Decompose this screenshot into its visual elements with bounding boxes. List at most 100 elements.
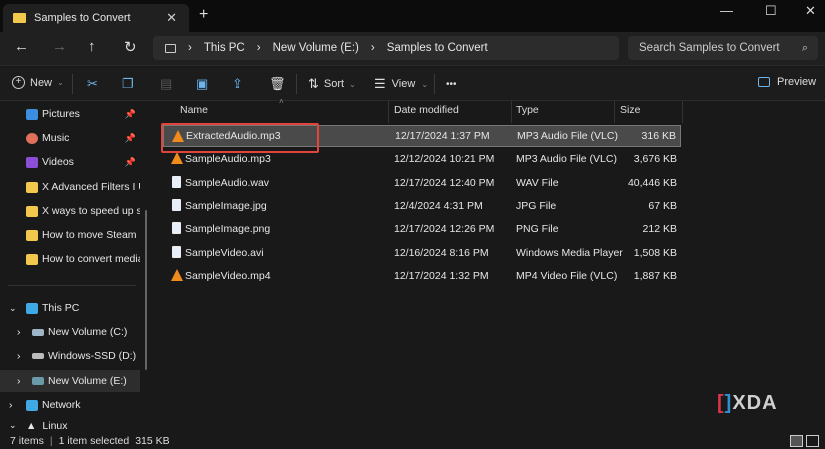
- column-divider[interactable]: [511, 101, 512, 123]
- video-file-icon: [172, 245, 181, 258]
- sidebar-item-network[interactable]: › Network: [0, 394, 140, 416]
- sidebar-item-linux[interactable]: ⌄ ▲ Linux: [0, 420, 140, 432]
- search-input[interactable]: Search Samples to Convert ⌕: [628, 36, 818, 60]
- more-options-button[interactable]: •••: [446, 79, 457, 90]
- chevron-right-icon: ›: [17, 375, 21, 387]
- file-row[interactable]: SampleVideo.avi 12/16/2024 8:16 PM Windows…: [163, 242, 681, 264]
- file-size: 1,508 KB: [633, 246, 677, 259]
- address-bar[interactable]: › This PC › New Volume (E:) › Samples to…: [153, 36, 619, 60]
- forward-button[interactable]: →: [52, 38, 67, 55]
- sidebar-item-folder[interactable]: How to convert media fil: [0, 248, 140, 270]
- preview-label: Preview: [777, 76, 817, 88]
- rename-icon[interactable]: ▣: [196, 76, 208, 92]
- delete-icon[interactable]: 🗑: [269, 76, 286, 92]
- file-size: 3,676 KB: [633, 153, 677, 166]
- search-icon: ⌕: [801, 41, 808, 54]
- file-type: PNG File: [516, 223, 559, 236]
- file-row[interactable]: SampleAudio.wav 12/17/2024 12:40 PM WAV Fi…: [163, 172, 681, 194]
- sidebar-item-music[interactable]: Music 📌: [0, 127, 140, 149]
- maximize-button[interactable]: ☐: [765, 3, 777, 19]
- up-button[interactable]: ↑: [88, 38, 96, 55]
- copy-icon[interactable]: ❐: [122, 76, 134, 92]
- image-file-icon: [172, 198, 181, 211]
- column-header-type[interactable]: Type: [516, 104, 539, 122]
- sort-button[interactable]: ⇅ Sort ⌄: [308, 76, 356, 92]
- folder-icon: [26, 181, 38, 193]
- sidebar-label: Pictures: [42, 108, 80, 120]
- divider: [434, 74, 435, 94]
- sidebar-item-drive-c[interactable]: › New Volume (C:): [0, 321, 140, 343]
- sort-ascending-icon: ˄: [279, 97, 284, 106]
- view-label: View: [391, 78, 416, 90]
- sidebar-item-pictures[interactable]: Pictures 📌: [0, 103, 140, 125]
- navigation-pane: Pictures 📌 Music 📌 Videos 📌 X Advanced Filt…: [0, 102, 148, 432]
- view-button[interactable]: ☰ View ⌄: [374, 76, 428, 92]
- new-button[interactable]: + New ⌄: [12, 76, 64, 89]
- file-size: 316 KB: [641, 130, 676, 142]
- new-tab-button[interactable]: +: [199, 6, 208, 24]
- column-header-date[interactable]: Date modified: [394, 104, 459, 122]
- chevron-right-icon: ›: [9, 399, 13, 411]
- file-row[interactable]: SampleVideo.mp4 12/17/2024 1:32 PM MP4 Vid…: [163, 265, 681, 287]
- music-icon: [26, 132, 38, 144]
- sidebar-label: New Volume (C:): [48, 326, 128, 338]
- divider: [72, 74, 73, 94]
- new-label: New: [30, 76, 53, 89]
- tab-samples-to-convert[interactable]: Samples to Convert ✕: [3, 4, 189, 32]
- breadcrumb-this-pc[interactable]: This PC: [204, 42, 245, 54]
- minimize-button[interactable]: —: [720, 3, 733, 18]
- column-divider[interactable]: [388, 101, 389, 123]
- breadcrumb-new-volume-e[interactable]: New Volume (E:): [273, 42, 359, 54]
- sidebar-label: Linux: [42, 420, 68, 432]
- image-file-icon: [172, 222, 181, 235]
- sidebar-item-folder[interactable]: X ways to speed up slow: [0, 200, 140, 222]
- divider: [296, 74, 297, 94]
- file-row[interactable]: SampleImage.png 12/17/2024 12:26 PM PNG Fi…: [163, 218, 681, 240]
- highlight-annotation: [161, 123, 319, 153]
- breadcrumb-samples-to-convert[interactable]: Samples to Convert: [387, 42, 488, 54]
- xda-watermark: []XDA: [717, 392, 778, 414]
- chevron-down-icon: ⌄: [57, 78, 64, 87]
- tiles-view-icon[interactable]: [806, 435, 819, 447]
- file-name: SampleVideo.mp4: [185, 269, 271, 282]
- close-window-button[interactable]: ✕: [805, 3, 816, 19]
- column-divider[interactable]: [614, 101, 615, 123]
- pin-icon: 📌: [124, 156, 136, 167]
- linux-icon: ▲: [26, 420, 37, 432]
- column-divider[interactable]: [682, 101, 683, 123]
- drive-icon: [32, 328, 44, 336]
- sidebar-item-folder[interactable]: How to move Steam gan: [0, 224, 140, 246]
- chevron-down-icon: ⌄: [9, 420, 17, 430]
- refresh-button[interactable]: ↻: [124, 38, 137, 56]
- file-row[interactable]: SampleImage.jpg 12/4/2024 4:31 PM JPG File…: [163, 195, 681, 217]
- sidebar-item-this-pc[interactable]: ⌄ This PC: [0, 297, 140, 319]
- drive-icon: [32, 377, 44, 385]
- column-header-size[interactable]: Size: [620, 104, 640, 122]
- sidebar-item-videos[interactable]: Videos 📌: [0, 151, 140, 173]
- chevron-right-icon: ›: [256, 42, 261, 54]
- preview-button[interactable]: Preview: [758, 76, 816, 88]
- preview-pane-icon: [758, 77, 770, 87]
- back-button[interactable]: ←: [14, 38, 29, 55]
- column-header-name[interactable]: Name: [180, 104, 208, 122]
- close-tab-icon[interactable]: ✕: [166, 10, 177, 26]
- cut-icon[interactable]: ✂: [87, 76, 98, 92]
- file-name: SampleAudio.wav: [185, 176, 270, 189]
- folder-icon: [26, 229, 38, 241]
- file-type: Windows Media Player: [516, 246, 623, 259]
- sidebar-item-folder[interactable]: X Advanced Filters I Use: [0, 176, 140, 198]
- sidebar-label: How to move Steam gan: [42, 229, 140, 241]
- sidebar-label: New Volume (E:): [48, 375, 127, 387]
- file-date: 12/17/2024 1:32 PM: [394, 269, 489, 282]
- sidebar-item-drive-e[interactable]: › New Volume (E:): [0, 370, 140, 392]
- file-size: 212 KB: [642, 223, 677, 236]
- chevron-right-icon: ›: [370, 42, 375, 54]
- file-size: 40,446 KB: [627, 176, 677, 189]
- details-view-icon[interactable]: [790, 435, 803, 447]
- sidebar-item-drive-d[interactable]: › Windows-SSD (D:): [0, 345, 140, 367]
- selection-size: 315 KB: [135, 434, 170, 447]
- share-icon[interactable]: ⇪: [232, 76, 243, 92]
- sidebar-scrollbar[interactable]: [145, 210, 147, 370]
- paste-icon[interactable]: ▤: [160, 76, 172, 92]
- file-name: SampleVideo.avi: [185, 246, 264, 259]
